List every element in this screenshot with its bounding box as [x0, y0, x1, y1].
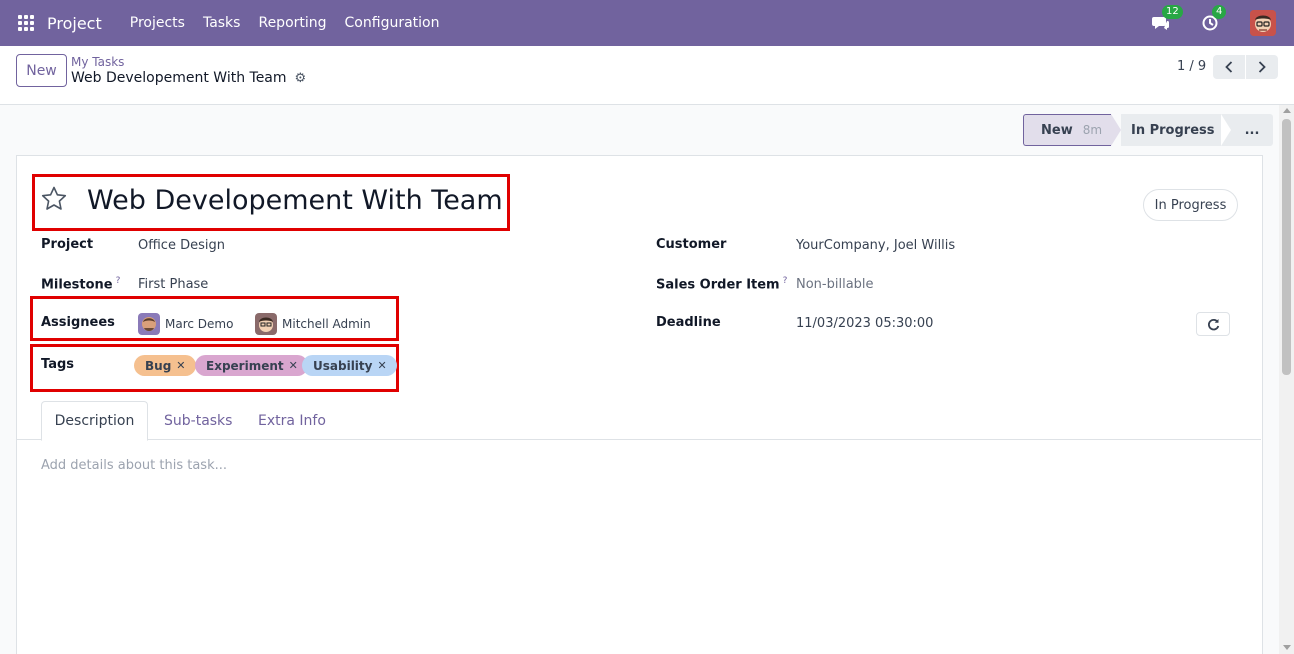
activities-count-badge: 4: [1212, 5, 1227, 19]
milestone-label: Milestone?: [41, 276, 120, 292]
menu-reporting[interactable]: Reporting: [258, 15, 326, 31]
notebook-tabs: Description Sub-tasks Extra Info: [17, 401, 1261, 441]
tab-extra-info[interactable]: Extra Info: [258, 401, 326, 440]
breadcrumb-current: Web Developement With Team ⚙: [71, 70, 306, 86]
pager-next-button[interactable]: [1246, 55, 1278, 79]
messages-count-badge: 12: [1162, 5, 1183, 19]
description-editor[interactable]: Add details about this task...: [41, 458, 227, 473]
stage-new-duration: 8m: [1082, 123, 1103, 137]
tag-bug[interactable]: Bug ✕: [134, 355, 196, 376]
tag-label: Experiment: [206, 358, 284, 373]
project-value[interactable]: Office Design: [138, 238, 225, 253]
menu-configuration[interactable]: Configuration: [345, 15, 440, 31]
assignee-name: Mitchell Admin: [282, 317, 371, 331]
task-state-button[interactable]: In Progress: [1143, 189, 1238, 221]
tab-sub-tasks[interactable]: Sub-tasks: [164, 401, 232, 440]
project-label: Project: [41, 237, 94, 252]
app-menu-icon[interactable]: [18, 15, 34, 31]
messages-button[interactable]: 12: [1150, 5, 1183, 33]
breadcrumb-my-tasks[interactable]: My Tasks: [71, 55, 124, 69]
assignee-name: Marc Demo: [165, 317, 234, 331]
refresh-deadline-button[interactable]: [1196, 312, 1230, 336]
sales-order-item-label-text: Sales Order Item: [656, 277, 780, 293]
assignees-label: Assignees: [41, 315, 115, 330]
refresh-icon: [1207, 318, 1219, 330]
tag-experiment[interactable]: Experiment ✕: [195, 355, 308, 376]
stage-new-label: New: [1041, 122, 1073, 138]
sales-order-item-value[interactable]: Non-billable: [796, 277, 874, 292]
menu-projects[interactable]: Projects: [130, 15, 185, 31]
app-name[interactable]: Project: [47, 14, 102, 33]
stage-in-progress-label: In Progress: [1131, 122, 1215, 138]
user-avatar[interactable]: [1250, 10, 1276, 36]
tags-label: Tags: [41, 357, 75, 372]
sales-order-item-help-icon[interactable]: ?: [783, 276, 788, 286]
tag-label: Bug: [145, 358, 172, 373]
sales-order-item-label: Sales Order Item?: [656, 276, 787, 292]
chevron-left-icon: [1225, 61, 1233, 73]
star-icon[interactable]: [41, 186, 67, 215]
avatar-icon: [255, 313, 277, 335]
new-button[interactable]: New: [16, 54, 67, 87]
assignee-mitchell-admin[interactable]: Mitchell Admin: [255, 313, 371, 335]
remove-tag-icon[interactable]: ✕: [289, 359, 298, 372]
avatar: [138, 313, 160, 335]
pager-previous-button[interactable]: [1213, 55, 1245, 79]
user-face-icon: [1250, 10, 1276, 36]
chevron-right-icon: [1258, 61, 1266, 73]
scroll-thumb[interactable]: [1282, 119, 1291, 375]
milestone-value[interactable]: First Phase: [138, 277, 208, 292]
deadline-label: Deadline: [656, 315, 721, 330]
milestone-label-text: Milestone: [41, 277, 113, 293]
scroll-down-arrow-icon[interactable]: [1283, 645, 1291, 650]
milestone-help-icon[interactable]: ?: [116, 276, 121, 286]
tag-usability[interactable]: Usability ✕: [302, 355, 397, 376]
avatar-icon: [138, 313, 160, 335]
tag-label: Usability: [313, 358, 373, 373]
remove-tag-icon[interactable]: ✕: [176, 359, 185, 372]
pager-value[interactable]: 1 / 9: [1177, 59, 1206, 74]
stage-statusbar: New 8m In Progress ...: [1023, 114, 1273, 146]
deadline-value[interactable]: 11/03/2023 05:30:00: [796, 316, 933, 331]
task-title[interactable]: Web Developement With Team: [87, 185, 503, 216]
stage-in-progress[interactable]: In Progress: [1121, 114, 1221, 146]
scroll-up-arrow-icon[interactable]: [1283, 108, 1291, 113]
page-scrollbar[interactable]: [1279, 105, 1294, 654]
gear-icon[interactable]: ⚙: [295, 71, 307, 86]
stage-more-button[interactable]: ...: [1231, 114, 1273, 146]
activities-button[interactable]: 4: [1200, 5, 1227, 33]
stage-arrow: [1111, 114, 1121, 146]
main-navbar: Project Projects Tasks Reporting Configu…: [0, 0, 1294, 46]
assignee-marc-demo[interactable]: Marc Demo: [138, 313, 233, 335]
customer-label: Customer: [656, 237, 727, 252]
customer-value[interactable]: YourCompany, Joel Willis: [796, 238, 955, 253]
tab-description[interactable]: Description: [41, 401, 148, 441]
menu-tasks[interactable]: Tasks: [203, 15, 241, 31]
breadcrumb-current-label: Web Developement With Team: [71, 70, 287, 86]
avatar: [255, 313, 277, 335]
stage-separator: [1221, 114, 1231, 146]
control-panel: New My Tasks Web Developement With Team …: [0, 46, 1294, 105]
stage-new[interactable]: New 8m: [1023, 114, 1111, 146]
remove-tag-icon[interactable]: ✕: [377, 359, 386, 372]
